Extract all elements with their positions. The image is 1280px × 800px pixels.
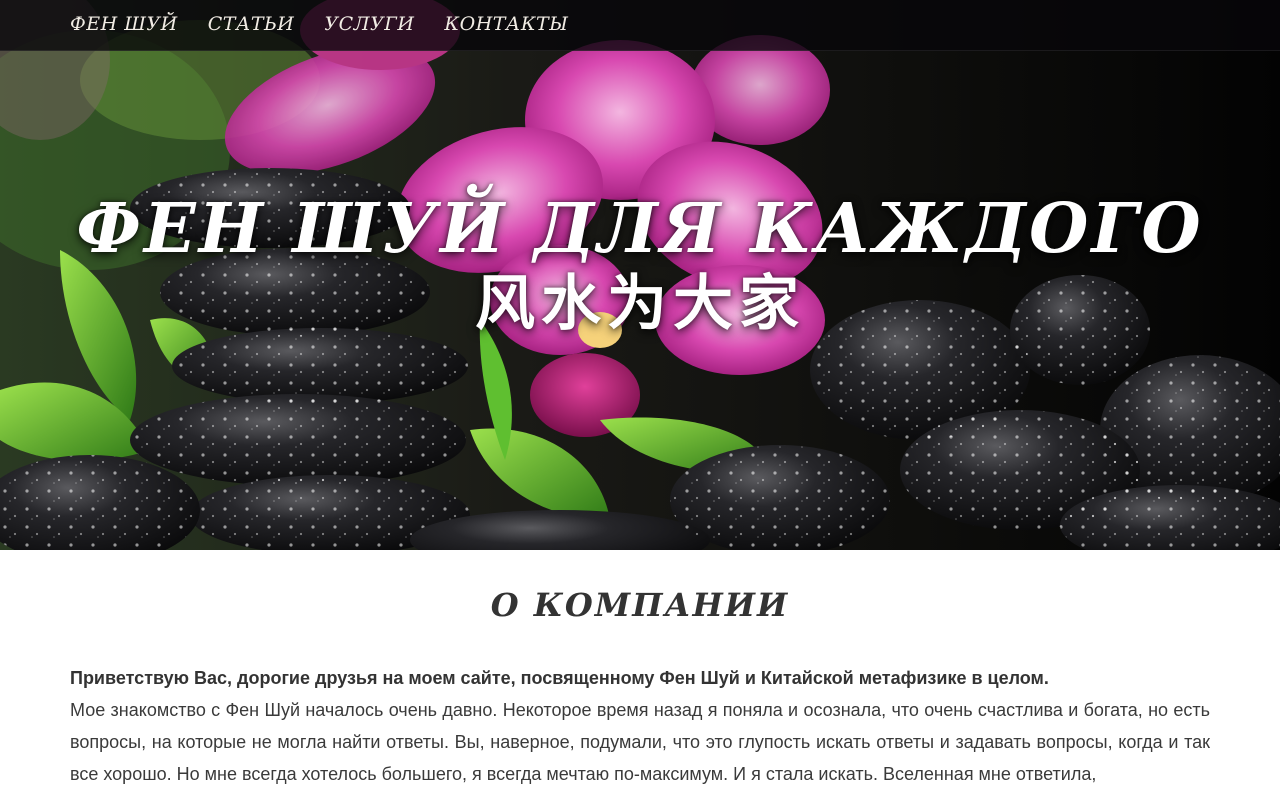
nav-menu: ФЕН ШУЙ СТАТЬИ УСЛУГИ КОНТАКТЫ: [0, 0, 1280, 51]
nav-link-contacts[interactable]: КОНТАКТЫ: [444, 0, 568, 52]
about-section: О КОМПАНИИ Приветствую Вас, дорогие друз…: [70, 550, 1210, 790]
nav-item-articles: СТАТЬИ: [208, 0, 295, 52]
about-body-text: Мое знакомство с Фен Шуй началось очень …: [70, 700, 1210, 784]
nav-link-feng-shui[interactable]: ФЕН ШУЙ: [70, 0, 178, 52]
nav-link-services[interactable]: УСЛУГИ: [324, 0, 414, 52]
nav-item-feng-shui: ФЕН ШУЙ: [70, 0, 178, 52]
top-navigation: ФЕН ШУЙ СТАТЬИ УСЛУГИ КОНТАКТЫ: [0, 0, 1280, 51]
nav-item-services: УСЛУГИ: [324, 0, 414, 52]
hero-subtitle: 风水为大家: [475, 269, 805, 339]
about-lead-text: Приветствую Вас, дорогие друзья на моем …: [70, 668, 1049, 688]
hero-title: ФЕН ШУЙ ДЛЯ КАЖДОГО: [76, 189, 1204, 269]
hero-banner: ФЕН ШУЙ ДЛЯ КАЖДОГО 风水为大家: [0, 0, 1280, 550]
about-heading: О КОМПАНИИ: [490, 586, 790, 624]
nav-link-articles[interactable]: СТАТЬИ: [208, 0, 295, 52]
nav-item-contacts: КОНТАКТЫ: [444, 0, 568, 52]
